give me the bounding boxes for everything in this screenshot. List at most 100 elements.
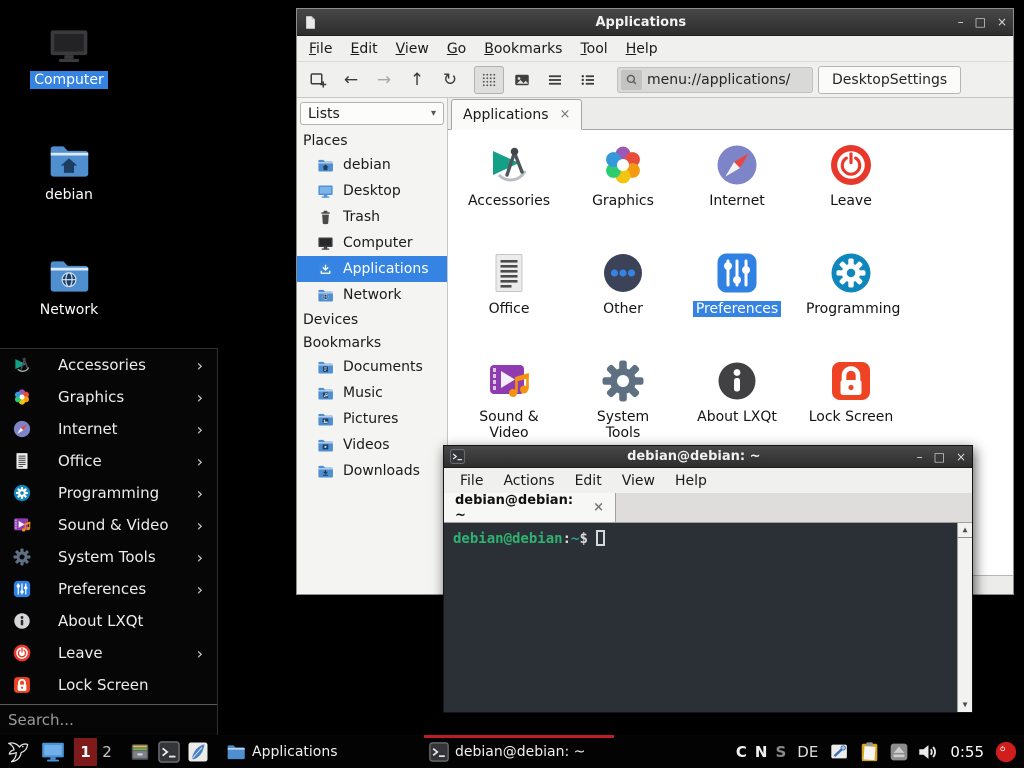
keyboard-layout[interactable]: DE <box>797 743 818 761</box>
sidebar-item-debian[interactable]: debian <box>297 152 447 178</box>
eject-tray-icon[interactable] <box>889 742 909 762</box>
clipboard-tray-icon[interactable] <box>859 741 881 763</box>
indicator-scroll[interactable]: S <box>775 743 786 761</box>
desktop-icon-debian[interactable]: debian <box>20 139 118 204</box>
quicklaunch-file-manager[interactable] <box>129 741 151 763</box>
compact-view-button[interactable] <box>540 66 570 94</box>
terminal-content[interactable]: debian@debian:~$ ▲ ▼ <box>444 523 972 712</box>
desktop-settings-button[interactable]: DesktopSettings <box>818 66 961 94</box>
menu-tool[interactable]: Tool <box>571 41 616 57</box>
new-tab-button[interactable] <box>303 66 333 94</box>
app-item-other[interactable]: Other <box>566 244 680 352</box>
clock[interactable]: 0:55 <box>950 743 984 761</box>
screenshot-tray-icon[interactable] <box>829 741 851 763</box>
scrollbar-track[interactable] <box>958 537 972 698</box>
minimize-button[interactable]: – <box>958 16 964 28</box>
icon-view-button[interactable] <box>474 66 504 94</box>
back-button[interactable]: ← <box>336 66 366 94</box>
search-input[interactable] <box>0 711 217 729</box>
app-item-lock-screen[interactable]: Lock Screen <box>794 352 908 460</box>
sidebar-item-music[interactable]: Music <box>297 380 447 406</box>
menu-item-about-lxqt[interactable]: About LXQt <box>0 605 217 637</box>
sidebar-item-videos[interactable]: Videos <box>297 432 447 458</box>
menu-help[interactable]: Help <box>617 41 667 57</box>
menu-actions[interactable]: Actions <box>493 473 564 489</box>
sidebar-item-applications[interactable]: Applications <box>297 256 447 282</box>
maximize-button[interactable]: □ <box>934 451 945 463</box>
menu-item-sound-video[interactable]: Sound & Video › <box>0 509 217 541</box>
fm-titlebar[interactable]: Applications – □ × <box>297 9 1013 36</box>
desktop-pager-1[interactable]: 1 <box>74 738 97 766</box>
menu-item-graphics[interactable]: Graphics › <box>0 381 217 413</box>
tab-applications[interactable]: Applications × <box>451 99 582 130</box>
menu-item-programming[interactable]: Programming › <box>0 477 217 509</box>
terminal-tab[interactable]: debian@debian: ~ × <box>444 493 616 522</box>
scroll-up-icon[interactable]: ▲ <box>963 523 968 537</box>
app-item-preferences[interactable]: Preferences <box>680 244 794 352</box>
task-terminal[interactable]: debian@debian: ~ <box>424 735 614 768</box>
terminal-titlebar[interactable]: debian@debian: ~ – □ × <box>444 446 972 468</box>
menu-bookmarks[interactable]: Bookmarks <box>475 41 571 57</box>
menu-view[interactable]: View <box>612 473 665 489</box>
minimize-button[interactable]: – <box>917 451 923 463</box>
app-item-accessories[interactable]: Accessories <box>452 136 566 244</box>
close-button[interactable]: × <box>956 451 966 463</box>
sidebar-item-documents[interactable]: Documents <box>297 354 447 380</box>
sidebar-mode-select[interactable]: Lists ▾ <box>300 102 444 125</box>
forward-button[interactable]: → <box>369 66 399 94</box>
start-menu-button[interactable] <box>6 739 32 765</box>
thumbnail-view-button[interactable] <box>507 66 537 94</box>
volume-icon[interactable] <box>917 741 939 763</box>
show-desktop-button[interactable] <box>40 739 66 765</box>
scroll-down-icon[interactable]: ▼ <box>963 698 968 712</box>
close-button[interactable]: × <box>997 16 1007 28</box>
maximize-button[interactable]: □ <box>975 16 986 28</box>
app-item-programming[interactable]: Programming <box>794 244 908 352</box>
menu-file[interactable]: File <box>300 41 341 57</box>
menu-item-system-tools[interactable]: System Tools › <box>0 541 217 573</box>
applications-icon <box>317 261 334 278</box>
app-item-sound-video[interactable]: Sound & Video <box>452 352 566 460</box>
menu-item-preferences[interactable]: Preferences › <box>0 573 217 605</box>
power-button-icon[interactable] <box>995 741 1017 763</box>
task-applications[interactable]: Applications <box>221 735 424 768</box>
desktop-icon-network[interactable]: Network <box>20 254 118 319</box>
menu-help[interactable]: Help <box>665 473 717 489</box>
sidebar-item-downloads[interactable]: Downloads <box>297 458 447 484</box>
indicator-caps[interactable]: C <box>736 743 747 761</box>
up-button[interactable]: ↑ <box>402 66 432 94</box>
sidebar-item-computer[interactable]: Computer <box>297 230 447 256</box>
app-item-office[interactable]: Office <box>452 244 566 352</box>
folder-music-icon <box>317 385 334 402</box>
quicklaunch-featherpad[interactable] <box>187 741 209 763</box>
app-item-about-lxqt[interactable]: About LXQt <box>680 352 794 460</box>
menu-item-office[interactable]: Office › <box>0 445 217 477</box>
menu-go[interactable]: Go <box>438 41 475 57</box>
tab-close-icon[interactable]: × <box>560 107 571 122</box>
app-item-internet[interactable]: Internet <box>680 136 794 244</box>
indicator-num[interactable]: N <box>755 743 768 761</box>
menu-item-leave[interactable]: Leave › <box>0 637 217 669</box>
app-item-leave[interactable]: Leave <box>794 136 908 244</box>
desktop-icon-computer[interactable]: Computer <box>20 24 118 89</box>
quicklaunch-terminal[interactable] <box>158 741 180 763</box>
menu-file[interactable]: File <box>450 473 493 489</box>
desktop-pager-2[interactable]: 2 <box>97 738 117 766</box>
menu-view[interactable]: View <box>387 41 438 57</box>
app-item-graphics[interactable]: Graphics <box>566 136 680 244</box>
menu-item-accessories[interactable]: Accessories › <box>0 349 217 381</box>
detailed-view-button[interactable] <box>573 66 603 94</box>
terminal-scrollbar[interactable]: ▲ ▼ <box>957 523 972 712</box>
refresh-button[interactable]: ↻ <box>435 66 465 94</box>
address-bar[interactable]: menu://applications/ <box>617 67 813 93</box>
tab-close-icon[interactable]: × <box>593 500 604 515</box>
menu-edit[interactable]: Edit <box>341 41 386 57</box>
menu-item-lock-screen[interactable]: Lock Screen <box>0 669 217 701</box>
sidebar-item-network[interactable]: Network <box>297 282 447 308</box>
app-item-system-tools[interactable]: System Tools <box>566 352 680 460</box>
sidebar-item-pictures[interactable]: Pictures <box>297 406 447 432</box>
sidebar-item-desktop[interactable]: Desktop <box>297 178 447 204</box>
menu-edit[interactable]: Edit <box>565 473 612 489</box>
sidebar-item-trash[interactable]: Trash <box>297 204 447 230</box>
menu-item-internet[interactable]: Internet › <box>0 413 217 445</box>
